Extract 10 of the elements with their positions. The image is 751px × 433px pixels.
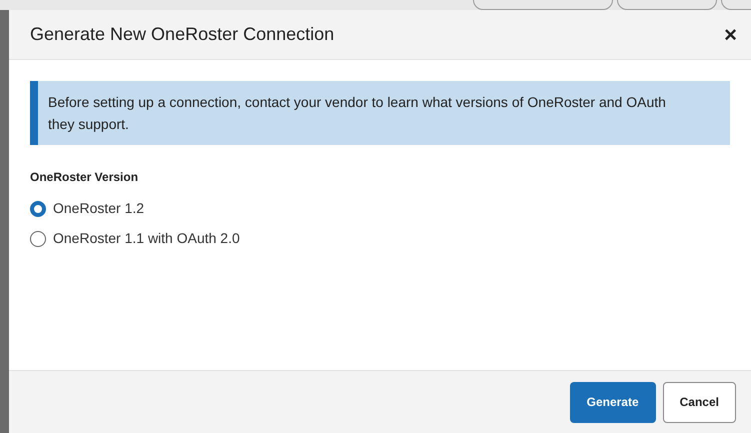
generate-button[interactable]: Generate [570, 382, 656, 422]
dialog-title: Generate New OneRoster Connection [30, 23, 334, 46]
group-label: OneRoster Version [30, 169, 138, 186]
radio-option[interactable]: OneRoster 1.2 [30, 198, 144, 219]
info-text: Before setting up a connection, contact your vendor to learn what versions of OneRoster and OAuth they support. [48, 93, 667, 134]
close-button[interactable]: × [724, 24, 737, 46]
radio-button[interactable] [30, 200, 46, 216]
radio-button[interactable] [30, 230, 46, 246]
cancel-button[interactable]: Cancel [662, 382, 736, 422]
radio-option[interactable]: OneRoster 1.1 with OAuth 2.0 [30, 228, 240, 249]
